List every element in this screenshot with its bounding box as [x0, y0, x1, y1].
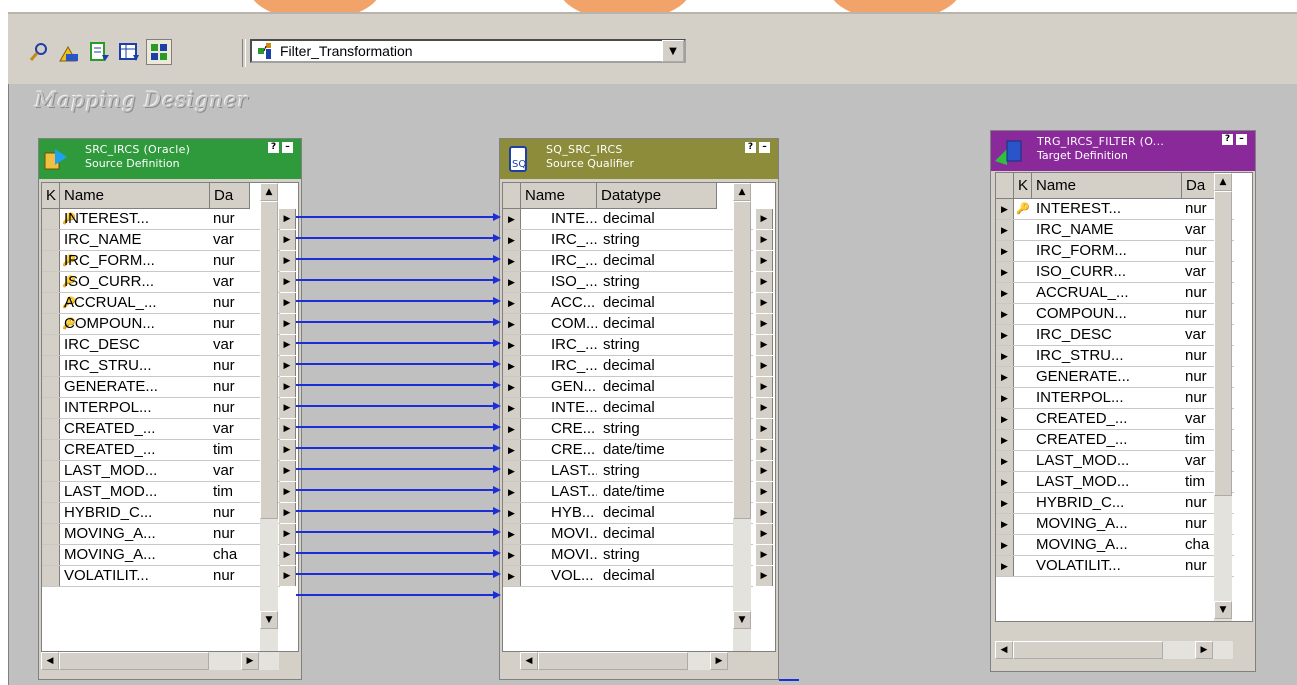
mapping-icon [258, 43, 271, 59]
mapping-select[interactable]: Filter_Transformation ▼ [250, 39, 686, 63]
table-icon[interactable] [116, 39, 142, 65]
link-arrow-icon [493, 591, 501, 599]
link-arrow-icon [493, 402, 501, 410]
link-arrow-icon [493, 423, 501, 431]
toolbar-separator [242, 39, 246, 67]
link-arrow-icon [493, 276, 501, 284]
mapping-select-value: Filter_Transformation [280, 43, 413, 59]
designer-toolbar: Filter_Transformation ▼ [8, 12, 1297, 86]
link-arrow-icon [493, 528, 501, 536]
link-arrow-icon [493, 297, 501, 305]
link-arrow-icon [493, 381, 501, 389]
link-arrow-icon [493, 213, 501, 221]
chevron-down-icon[interactable]: ▼ [662, 40, 684, 62]
link-arrow-icon [493, 360, 501, 368]
link-arrow-icon [493, 318, 501, 326]
link-arrow-icon [493, 234, 501, 242]
link-arrow-icon [493, 255, 501, 263]
link-arrow-icon [493, 570, 501, 578]
link-arrow-icon [493, 339, 501, 347]
link-arrow-icon [493, 444, 501, 452]
arrange-icon[interactable] [26, 39, 52, 65]
link-arrow-icon [493, 507, 501, 515]
link-lines [296, 213, 799, 681]
top-strip [0, 0, 1297, 20]
tile-icon[interactable] [146, 39, 172, 65]
mapping-canvas[interactable]: Mapping Designer SRC_IRCS (Oracle) Sourc… [8, 84, 1297, 685]
link-arrow-icon [493, 465, 501, 473]
autolink-icon[interactable] [56, 39, 82, 65]
link-arrow-icon [493, 549, 501, 557]
edit-icon[interactable] [86, 39, 112, 65]
link-arrow-icon [493, 486, 501, 494]
